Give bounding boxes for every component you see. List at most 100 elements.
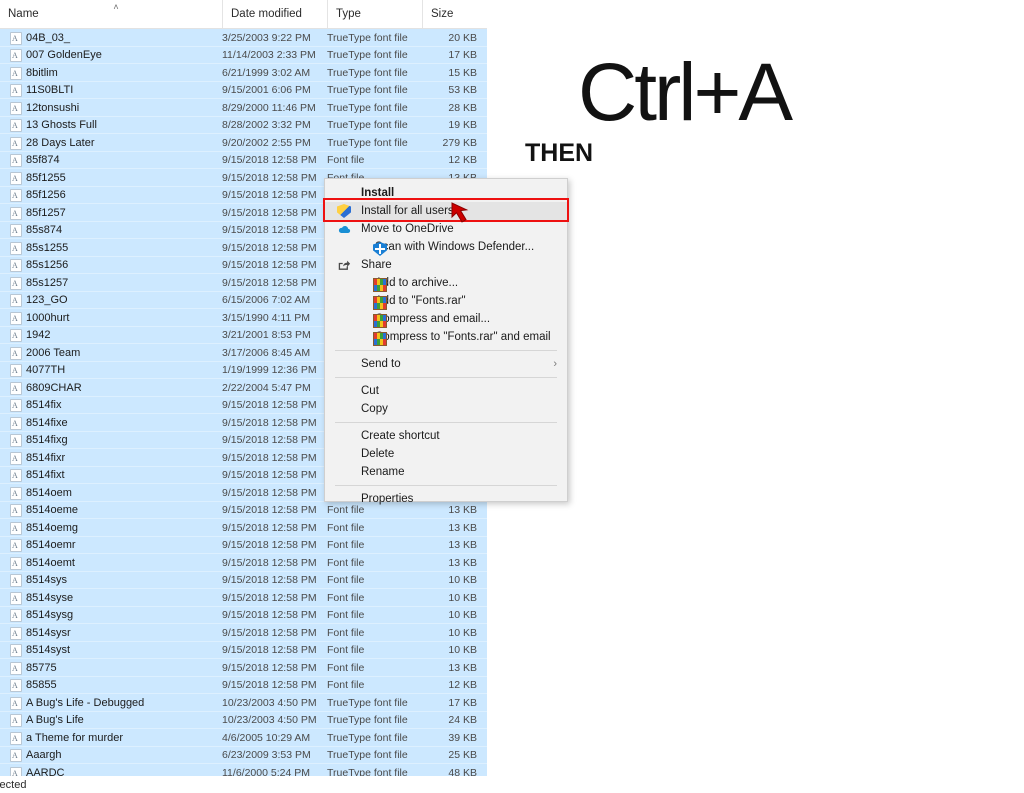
table-row[interactable]: 857759/15/2018 12:58 PMFont file13 KB — [0, 659, 487, 677]
table-row[interactable]: 11S0BLTI9/15/2001 6:06 PMTrueType font f… — [0, 81, 487, 99]
winrar-books-icon — [373, 332, 387, 346]
column-header-type[interactable]: Type — [327, 0, 422, 28]
menu-item-label: Move to OneDrive — [361, 223, 454, 235]
menu-item-send-to[interactable]: Send to › — [325, 355, 567, 373]
menu-item-compress-and-email[interactable]: Compress and email... — [325, 310, 567, 328]
table-row[interactable]: 8514oemg9/15/2018 12:58 PMFont file13 KB — [0, 519, 487, 537]
table-row[interactable]: 85f8749/15/2018 12:58 PMFont file12 KB — [0, 151, 487, 169]
file-size-cell: 17 KB — [448, 49, 477, 62]
file-date-cell: 11/14/2003 2:33 PM — [222, 49, 316, 62]
file-date-cell: 9/15/2018 12:58 PM — [222, 661, 317, 674]
column-header-type-label: Type — [336, 8, 361, 20]
file-name-cell: 85855 — [26, 679, 57, 692]
menu-item-label: Add to archive... — [375, 277, 459, 289]
file-name-cell: A Bug's Life — [26, 714, 84, 727]
file-date-cell: 9/15/2018 12:58 PM — [222, 591, 317, 604]
menu-item-install[interactable]: Install — [325, 184, 567, 202]
table-row[interactable]: 12tonsushi8/29/2000 11:46 PMTrueType fon… — [0, 99, 487, 117]
file-date-cell: 9/15/2018 12:58 PM — [222, 521, 317, 534]
file-date-cell: 3/25/2003 9:22 PM — [222, 31, 311, 44]
table-row[interactable]: 13 Ghosts Full8/28/2002 3:32 PMTrueType … — [0, 116, 487, 134]
file-date-cell: 10/23/2003 4:50 PM — [222, 696, 317, 709]
table-row[interactable]: Aaargh6/23/2009 3:53 PMTrueType font fil… — [0, 746, 487, 764]
column-header-size[interactable]: Size — [422, 0, 487, 28]
file-name-cell: 8514fixg — [26, 434, 68, 447]
file-name-cell: 11S0BLTI — [26, 84, 74, 97]
column-header-date-modified[interactable]: Date modified — [222, 0, 327, 28]
menu-item-share[interactable]: Share — [325, 256, 567, 274]
menu-item-rename[interactable]: Rename — [325, 463, 567, 481]
table-row[interactable]: 8514oemr9/15/2018 12:58 PMFont file13 KB — [0, 536, 487, 554]
file-name-cell: 6809CHAR — [26, 381, 82, 394]
table-row[interactable]: 8514syst9/15/2018 12:58 PMFont file10 KB — [0, 641, 487, 659]
font-file-icon — [10, 714, 22, 727]
menu-item-move-to-onedrive[interactable]: Move to OneDrive — [325, 220, 567, 238]
table-row[interactable]: 8bitlim6/21/1999 3:02 AMTrueType font fi… — [0, 64, 487, 82]
menu-item-install-for-all-users[interactable]: Install for all users — [325, 202, 567, 220]
table-row[interactable]: 8514oemt9/15/2018 12:58 PMFont file13 KB — [0, 554, 487, 572]
table-row[interactable]: 8514syse9/15/2018 12:58 PMFont file10 KB — [0, 589, 487, 607]
table-row[interactable]: 8514sys9/15/2018 12:58 PMFont file10 KB — [0, 571, 487, 589]
font-file-icon — [10, 364, 22, 377]
file-name-cell: A Bug's Life - Debugged — [26, 696, 145, 709]
file-name-cell: 8514sysg — [26, 609, 74, 622]
file-name-cell: Aaargh — [26, 749, 62, 762]
menu-item-delete[interactable]: Delete — [325, 445, 567, 463]
file-name-cell: 2006 Team — [26, 346, 81, 359]
file-size-cell: 10 KB — [448, 591, 477, 604]
file-date-cell: 9/15/2018 12:58 PM — [222, 154, 317, 167]
menu-item-label: Install — [361, 187, 395, 199]
font-file-icon — [10, 346, 22, 360]
table-row[interactable]: 858559/15/2018 12:58 PMFont file12 KB — [0, 676, 487, 694]
font-file-icon — [10, 101, 22, 115]
column-header-name[interactable]: Name ˄ — [0, 0, 222, 28]
status-bar: elected — [0, 776, 487, 793]
column-header-row: Name ˄ Date modified Type Size — [0, 0, 487, 29]
menu-separator — [335, 350, 557, 351]
menu-item-scan-with-windows-defender[interactable]: Scan with Windows Defender... — [325, 238, 567, 256]
screen-root: Name ˄ Date modified Type Size 04B_03_ 3/… — [0, 0, 1024, 793]
file-name-cell: 8514syst — [26, 644, 71, 657]
column-header-size-label: Size — [431, 8, 454, 20]
menu-item-cut[interactable]: Cut — [325, 382, 567, 400]
file-name-cell: 8bitlim — [26, 66, 58, 79]
menu-item-create-shortcut[interactable]: Create shortcut — [325, 427, 567, 445]
sort-ascending-icon: ˄ — [113, 2, 119, 12]
menu-item-add-to-fonts-rar[interactable]: Add to "Fonts.rar" — [325, 292, 567, 310]
font-file-icon — [10, 206, 22, 220]
table-row[interactable]: 04B_03_3/25/2003 9:22 PMTrueType font fi… — [0, 29, 487, 47]
menu-item-add-to-archive[interactable]: Add to archive... — [325, 274, 567, 292]
file-date-cell: 9/15/2018 12:58 PM — [222, 504, 317, 517]
menu-separator — [335, 485, 557, 486]
table-row[interactable]: 007 GoldenEye11/14/2003 2:33 PMTrueType … — [0, 46, 487, 64]
table-row[interactable]: 8514sysr9/15/2018 12:58 PMFont file10 KB — [0, 624, 487, 642]
menu-item-properties[interactable]: Properties — [325, 490, 567, 508]
menu-item-label: Cut — [361, 385, 379, 397]
table-row[interactable]: a Theme for murder4/6/2005 10:29 AMTrueT… — [0, 729, 487, 747]
file-size-cell: 39 KB — [448, 731, 477, 744]
table-row[interactable]: 28 Days Later9/20/2002 2:55 PMTrueType f… — [0, 134, 487, 152]
table-row[interactable]: A Bug's Life10/23/2003 4:50 PMTrueType f… — [0, 711, 487, 729]
table-row[interactable]: 8514sysg9/15/2018 12:58 PMFont file10 KB — [0, 606, 487, 624]
menu-item-copy[interactable]: Copy — [325, 400, 567, 418]
font-file-icon — [10, 399, 22, 412]
menu-item-compress-to-fonts-rar-and-email[interactable]: Compress to "Fonts.rar" and email — [325, 328, 567, 346]
file-date-cell: 9/15/2018 12:58 PM — [222, 434, 317, 447]
menu-item-label: Add to "Fonts.rar" — [375, 295, 466, 307]
file-name-cell: 8514oemg — [26, 521, 78, 534]
file-date-cell: 9/15/2018 12:58 PM — [222, 609, 317, 622]
file-size-cell: 19 KB — [448, 119, 477, 132]
file-size-cell: 13 KB — [448, 556, 477, 569]
file-size-cell: 279 KB — [442, 136, 477, 149]
font-file-icon — [10, 276, 22, 290]
file-date-cell: 9/15/2018 12:58 PM — [222, 276, 317, 289]
file-date-cell: 9/20/2002 2:55 PM — [222, 136, 311, 149]
table-row[interactable]: A Bug's Life - Debugged 10/23/2003 4:50 P… — [0, 694, 487, 712]
font-file-icon — [10, 154, 22, 167]
file-date-cell: 9/15/2018 12:58 PM — [222, 224, 317, 237]
context-menu[interactable]: Install Install for all users Move to OneD… — [324, 178, 568, 505]
font-file-icon — [10, 136, 22, 150]
file-date-cell: 9/15/2018 12:58 PM — [222, 486, 317, 499]
file-size-cell: 13 KB — [448, 661, 477, 674]
file-date-cell: 3/17/2006 8:45 AM — [222, 346, 311, 359]
